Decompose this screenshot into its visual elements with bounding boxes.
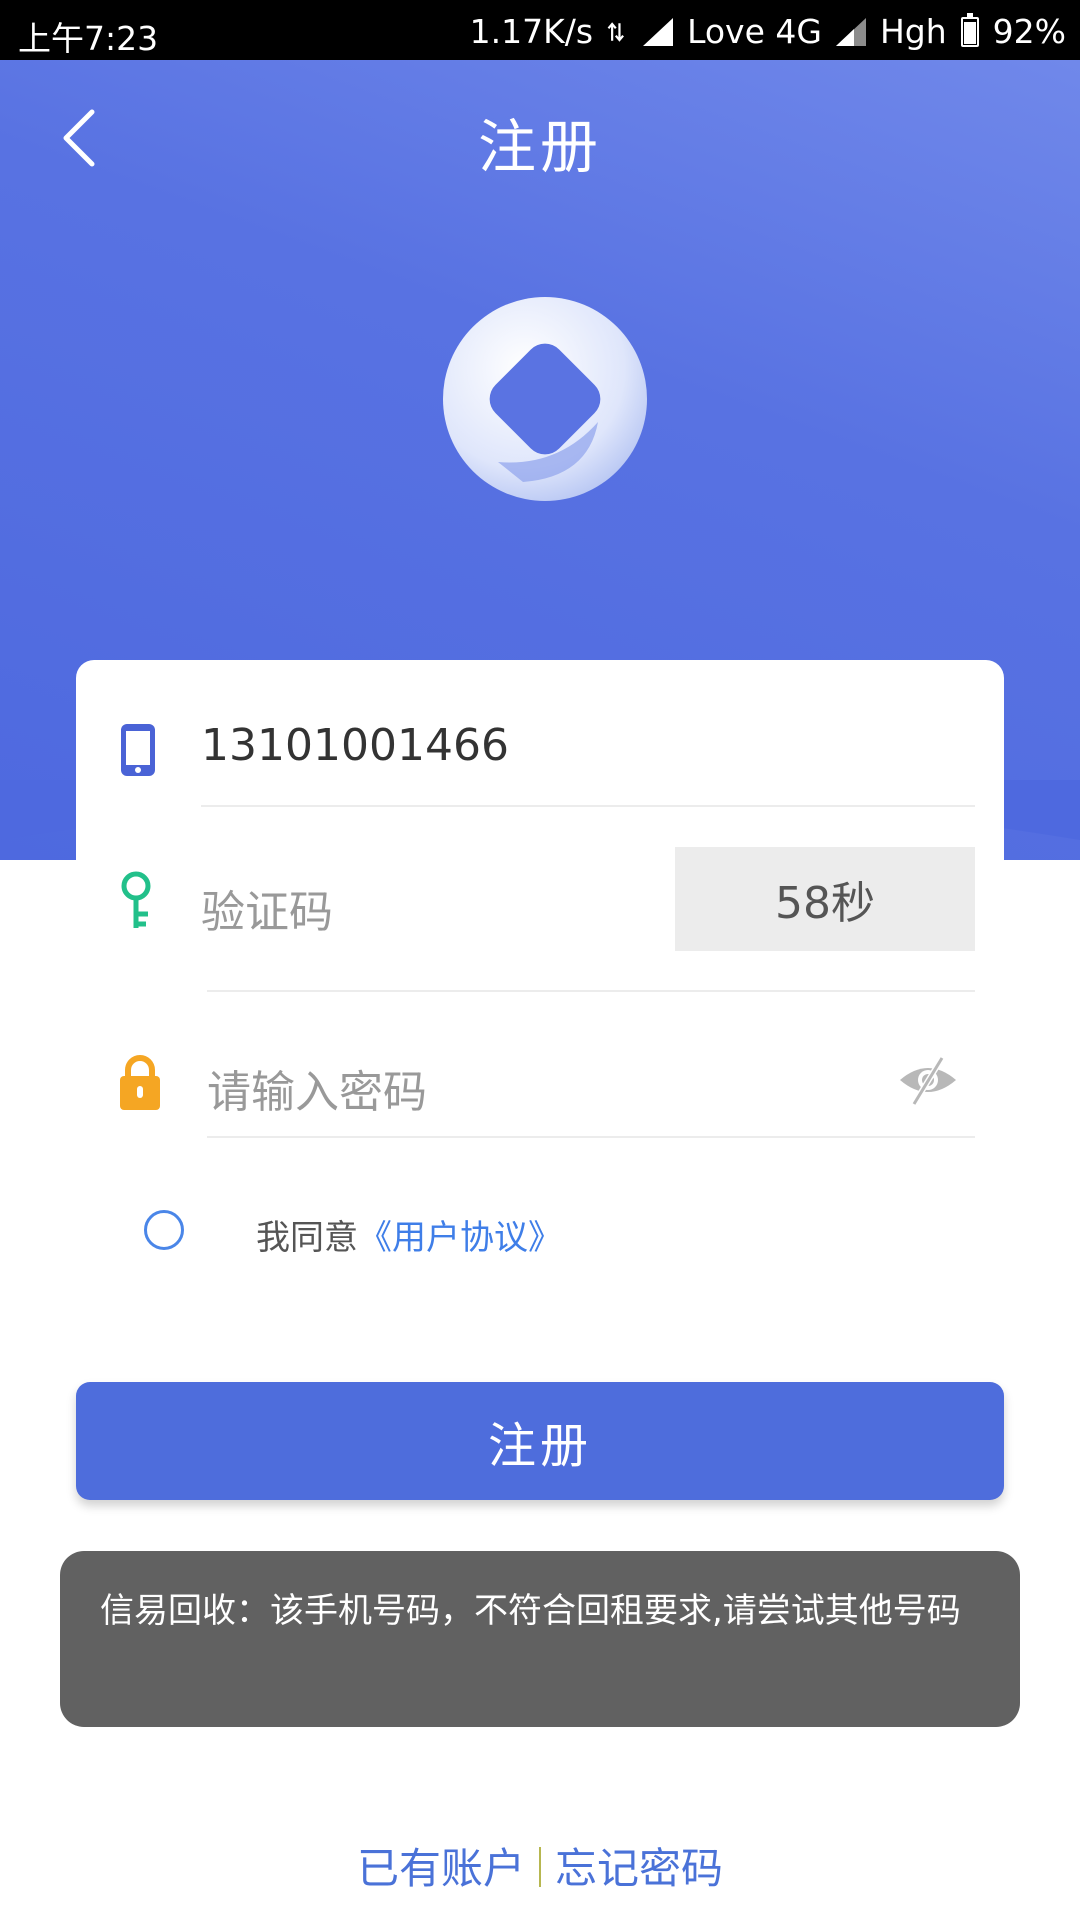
password-input[interactable]: 请输入密码 (207, 1056, 427, 1120)
app-logo-icon (443, 297, 647, 501)
carrier-2: Hgh (879, 12, 947, 51)
agree-text: 我同意《用户协议》 (256, 1210, 562, 1259)
page-title: 注册 (477, 113, 602, 181)
lock-icon (120, 1055, 160, 1110)
status-bar: 上午7:23 1.17K/s Love 4G Hgh 92% (0, 0, 1080, 60)
phone-icon (121, 724, 155, 776)
data-arrows-icon (607, 21, 625, 42)
bottom-links: 已有账户 忘记密码 (0, 1835, 1080, 1896)
verification-code-input[interactable]: 验证码 (201, 876, 333, 940)
status-right: 1.17K/s Love 4G Hgh 92% (470, 12, 1066, 51)
phone-field[interactable]: 13101001466 (201, 720, 509, 771)
battery-icon (960, 12, 979, 47)
forgot-password-link[interactable]: 忘记密码 (555, 1844, 723, 1893)
key-icon (121, 871, 151, 928)
signal-icon-2 (835, 17, 866, 46)
battery-level: 92% (992, 12, 1066, 51)
password-divider (207, 1136, 975, 1138)
existing-account-link[interactable]: 已有账户 (357, 1844, 525, 1893)
phone-divider (201, 805, 975, 807)
network-speed: 1.17K/s (469, 12, 594, 51)
carrier-1: Love 4G (687, 12, 822, 51)
register-button[interactable]: 注册 (76, 1382, 1004, 1500)
status-time: 上午7:23 (18, 19, 159, 58)
countdown-button[interactable]: 58秒 (675, 847, 975, 951)
signal-icon (643, 17, 674, 46)
agree-checkbox[interactable] (144, 1210, 184, 1250)
link-divider (539, 1847, 541, 1887)
toast-message: 信易回收：该手机号码，不符合回租要求,请尝试其他号码 (60, 1551, 1020, 1727)
code-divider (207, 990, 975, 992)
eye-off-icon[interactable] (898, 1052, 958, 1108)
agree-prefix: 我同意 (256, 1218, 358, 1258)
user-agreement-link[interactable]: 《用户协议》 (358, 1218, 562, 1258)
